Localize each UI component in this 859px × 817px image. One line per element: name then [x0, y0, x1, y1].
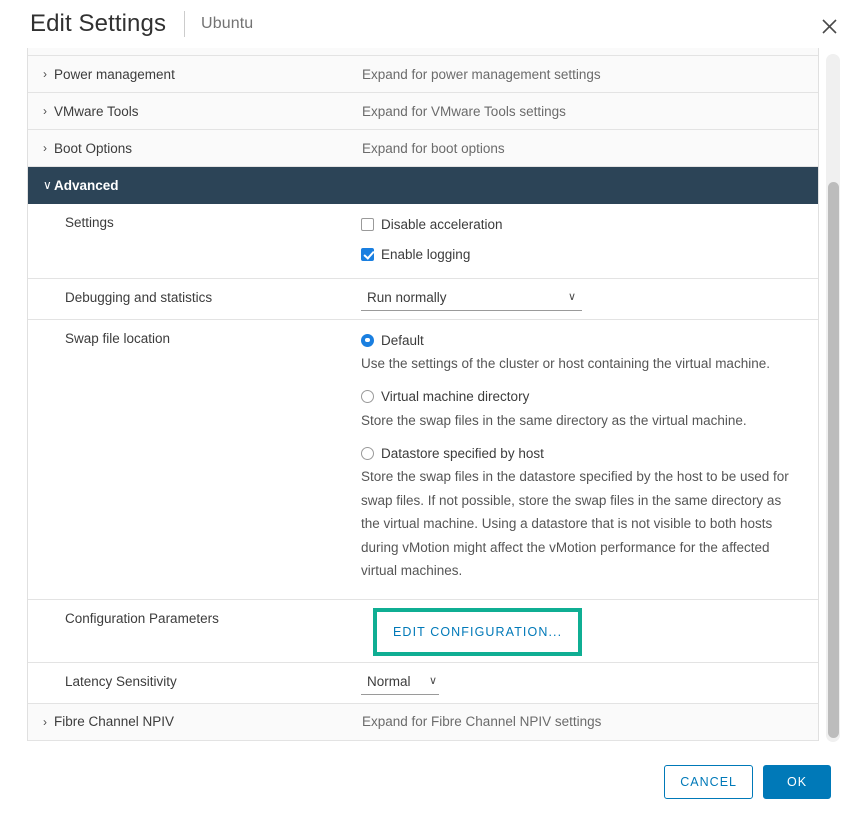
section-name: VMware Tools — [54, 104, 362, 119]
settings-scroll-area[interactable]: Encryption Expand for encryption setting… — [0, 44, 859, 746]
chevron-right-icon: › — [28, 142, 54, 154]
dialog-title: Edit Settings — [30, 12, 166, 36]
radio-swap-vm-directory[interactable]: Virtual machine directory — [361, 387, 804, 407]
chevron-down-icon: ∨ — [568, 292, 576, 303]
radio-label: Virtual machine directory — [381, 389, 529, 404]
section-name: Advanced — [54, 178, 362, 193]
row-configuration-parameters: Configuration Parameters EDIT CONFIGURAT… — [28, 600, 818, 663]
chevron-right-icon: › — [28, 105, 54, 117]
section-name: Power management — [54, 67, 362, 82]
row-label-debugging: Debugging and statistics — [28, 279, 361, 319]
row-settings: Settings Disable acceleration Enable log… — [28, 204, 818, 279]
section-description: Expand for power management settings — [362, 67, 601, 82]
section-row-advanced[interactable]: ∨ Advanced — [28, 167, 818, 204]
edit-settings-dialog: Edit Settings Ubuntu Encryption Expand f… — [0, 0, 859, 817]
checkbox-unchecked-icon — [361, 218, 374, 231]
section-description: Expand for VMware Tools settings — [362, 104, 566, 119]
latency-select[interactable]: Normal ∨ — [361, 669, 439, 695]
ok-button[interactable]: OK — [763, 765, 831, 799]
scrollbar-thumb[interactable] — [828, 182, 839, 738]
section-description: Expand for boot options — [362, 141, 505, 156]
debugging-select-value: Run normally — [367, 290, 447, 305]
section-description: Expand for Fibre Channel NPIV settings — [362, 714, 601, 729]
title-divider — [184, 11, 185, 37]
debugging-select[interactable]: Run normally ∨ — [361, 285, 582, 311]
edit-configuration-focus-ring: EDIT CONFIGURATION... — [373, 608, 582, 656]
checkbox-label: Disable acceleration — [381, 217, 503, 232]
dialog-header: Edit Settings Ubuntu — [0, 0, 859, 48]
row-label-configuration-parameters: Configuration Parameters — [28, 600, 361, 662]
radio-label: Datastore specified by host — [381, 446, 544, 461]
section-row-vmware-tools[interactable]: › VMware Tools Expand for VMware Tools s… — [28, 93, 818, 130]
chevron-right-icon: › — [28, 68, 54, 80]
radio-unselected-icon — [361, 390, 374, 403]
radio-description: Use the settings of the cluster or host … — [361, 352, 798, 376]
chevron-down-icon: ∨ — [28, 179, 54, 191]
dialog-subtitle: Ubuntu — [201, 15, 253, 33]
edit-configuration-button[interactable]: EDIT CONFIGURATION... — [377, 612, 578, 652]
section-name: Boot Options — [54, 141, 362, 156]
checkbox-checked-icon — [361, 248, 374, 261]
row-label-settings: Settings — [28, 204, 361, 278]
row-label-swap-file-location: Swap file location — [28, 320, 361, 599]
section-row-fibre-channel-npiv[interactable]: › Fibre Channel NPIV Expand for Fibre Ch… — [28, 704, 818, 741]
cancel-button[interactable]: CANCEL — [664, 765, 753, 799]
radio-swap-default[interactable]: Default — [361, 330, 804, 350]
chevron-down-icon: ∨ — [429, 676, 437, 687]
row-swap-file-location: Swap file location Default Use the setti… — [28, 320, 818, 600]
chevron-right-icon: › — [28, 716, 54, 728]
radio-label: Default — [381, 333, 424, 348]
radio-description: Store the swap files in the datastore sp… — [361, 465, 798, 583]
checkbox-disable-acceleration[interactable]: Disable acceleration — [361, 213, 804, 235]
close-button[interactable] — [815, 12, 843, 40]
dialog-footer: CANCEL OK — [0, 746, 859, 817]
checkbox-enable-logging[interactable]: Enable logging — [361, 243, 804, 265]
row-latency-sensitivity: Latency Sensitivity Normal ∨ — [28, 663, 818, 704]
section-name: Fibre Channel NPIV — [54, 714, 362, 729]
radio-swap-datastore-by-host[interactable]: Datastore specified by host — [361, 443, 804, 463]
radio-unselected-icon — [361, 447, 374, 460]
checkbox-label: Enable logging — [381, 247, 470, 262]
row-debugging-and-statistics: Debugging and statistics Run normally ∨ — [28, 279, 818, 320]
section-row-power-management[interactable]: › Power management Expand for power mana… — [28, 56, 818, 93]
row-label-latency-sensitivity: Latency Sensitivity — [28, 663, 361, 703]
radio-description: Store the swap files in the same directo… — [361, 409, 798, 433]
section-row-boot-options[interactable]: › Boot Options Expand for boot options — [28, 130, 818, 167]
latency-select-value: Normal — [367, 674, 411, 689]
radio-selected-icon — [361, 334, 374, 347]
close-icon — [821, 18, 838, 35]
settings-table: Encryption Expand for encryption setting… — [27, 44, 819, 741]
